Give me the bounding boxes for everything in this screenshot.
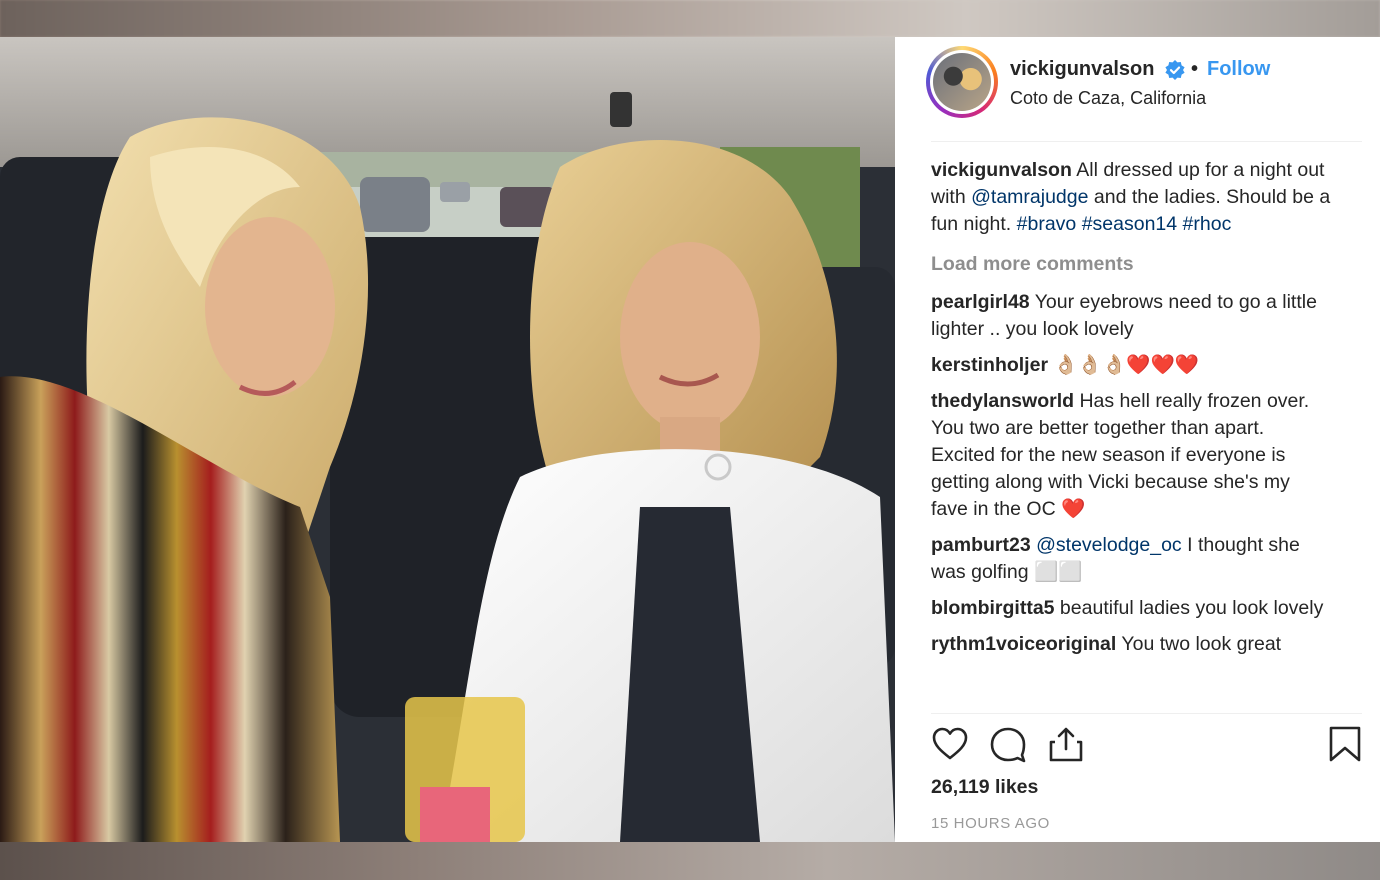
background-top-band [0, 0, 1380, 37]
comment-username[interactable]: pamburt23 [931, 534, 1031, 556]
hashtag-link[interactable]: #rhoc [1183, 213, 1232, 235]
heart-icon[interactable] [931, 725, 969, 763]
profile-avatar[interactable] [926, 46, 998, 118]
post-photo[interactable] [0, 37, 895, 842]
comment-item: blombirgitta5 beautiful ladies you look … [931, 595, 1331, 622]
comment-mention[interactable]: @stevelodge_oc [1036, 534, 1182, 556]
comment-item: pamburt23 @stevelodge_oc I thought she w… [931, 532, 1331, 586]
comment-username[interactable]: thedylansworld [931, 390, 1074, 412]
hashtag-link[interactable]: #bravo [1017, 213, 1077, 235]
actions-divider [931, 713, 1362, 714]
comment-item: thedylansworld Has hell really frozen ov… [931, 388, 1331, 523]
comment-bubble-icon[interactable] [989, 725, 1027, 763]
comment-item: kerstinholjer 👌🏼👌🏼👌🏼❤️❤️❤️ [931, 352, 1331, 379]
post-author-username[interactable]: vickigunvalson [1010, 58, 1155, 81]
post-location[interactable]: Coto de Caza, California [1010, 88, 1206, 109]
follow-button[interactable]: Follow [1207, 58, 1270, 81]
avatar-inner-border [930, 50, 994, 114]
post-header: vickigunvalson • Follow Coto de Caza, Ca… [895, 37, 1380, 143]
post-timestamp[interactable]: 15 HOURS AGO [931, 815, 1050, 832]
comment-text: beautiful ladies you look lovely [1054, 597, 1324, 619]
comment-username[interactable]: pearlgirl48 [931, 291, 1030, 313]
comment-item: pearlgirl48 Your eyebrows need to go a l… [931, 289, 1331, 343]
bookmark-icon[interactable] [1328, 725, 1362, 763]
post-actions-bar [931, 725, 1362, 767]
comment-text: 👌🏼👌🏼👌🏼❤️❤️❤️ [1048, 354, 1200, 376]
share-icon[interactable] [1047, 725, 1085, 763]
likes-count[interactable]: 26,119 likes [931, 776, 1038, 799]
header-separator-dot: • [1191, 58, 1199, 80]
comment-username[interactable]: rythm1voiceoriginal [931, 633, 1116, 655]
avatar-image [933, 53, 991, 111]
post-photo-illustration [0, 37, 895, 842]
hashtag-link[interactable]: #season14 [1082, 213, 1177, 235]
caption: vickigunvalson All dressed up for a nigh… [931, 157, 1331, 238]
post-side-panel: vickigunvalson • Follow Coto de Caza, Ca… [895, 37, 1380, 842]
comment-text: You two look great [1116, 633, 1282, 655]
comment-username[interactable]: kerstinholjer [931, 354, 1048, 376]
comment-item: rythm1voiceoriginal You two look great [931, 631, 1331, 658]
background-bottom-band [0, 842, 1380, 880]
caption-mention[interactable]: @tamrajudge [971, 186, 1088, 208]
load-more-comments-button[interactable]: Load more comments [931, 251, 1331, 278]
comments-list[interactable]: vickigunvalson All dressed up for a nigh… [931, 157, 1331, 710]
header-divider [931, 141, 1362, 142]
comment-username[interactable]: blombirgitta5 [931, 597, 1055, 619]
caption-username[interactable]: vickigunvalson [931, 159, 1072, 181]
verified-badge-icon [1165, 60, 1185, 80]
